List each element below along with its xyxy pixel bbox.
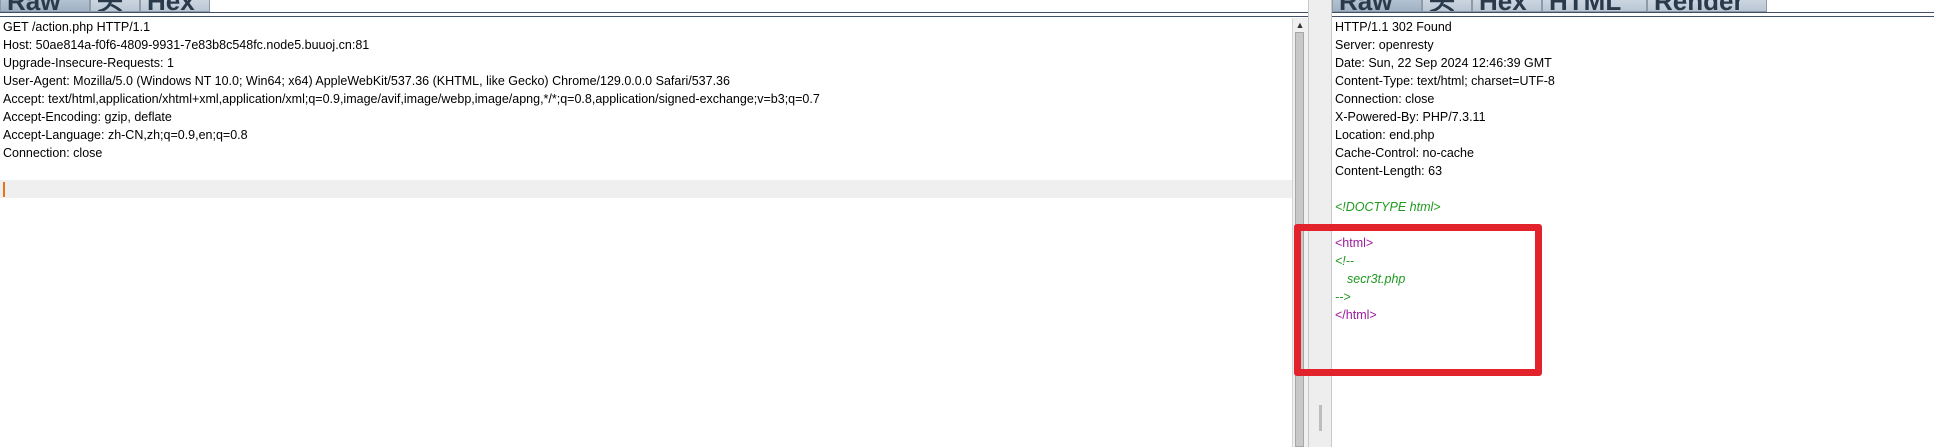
request-editor[interactable]: GET /action.php HTTP/1.1 Host: 50ae814a-… — [0, 18, 1292, 447]
response-tab-rule — [1332, 12, 1934, 17]
response-header-line: Content-Type: text/html; charset=UTF-8 — [1335, 74, 1555, 88]
response-header-line: Cache-Control: no-cache — [1335, 146, 1474, 160]
response-doctype: <!DOCTYPE html> — [1335, 200, 1441, 214]
divider-grip-icon — [1319, 405, 1322, 431]
request-line: User-Agent: Mozilla/5.0 (Windows NT 10.0… — [3, 74, 730, 88]
response-tab-html[interactable]: HTML — [1542, 0, 1647, 12]
current-line-highlight — [0, 180, 1292, 198]
request-line: Host: 50ae814a-f0f6-4809-9931-7e83b8c548… — [3, 38, 370, 52]
request-line: Connection: close — [3, 146, 103, 160]
request-line: Upgrade-Insecure-Requests: 1 — [3, 56, 174, 70]
response-header-line: X-Powered-By: PHP/7.3.11 — [1335, 110, 1486, 124]
response-header-line: Server: openresty — [1335, 38, 1434, 52]
scroll-up-arrow-icon[interactable]: ▲ — [1293, 18, 1307, 32]
request-tab-rule — [0, 12, 1308, 17]
text-caret — [3, 182, 5, 197]
response-tab-raw[interactable]: Raw — [1332, 0, 1422, 12]
response-header-line: HTTP/1.1 302 Found — [1335, 20, 1452, 34]
request-line: GET /action.php HTTP/1.1 — [3, 20, 151, 34]
response-header-line: Connection: close — [1335, 92, 1435, 106]
request-line: Accept-Encoding: gzip, deflate — [3, 110, 172, 124]
request-tab-headers[interactable]: 头 — [90, 0, 140, 12]
request-line: Accept-Language: zh-CN,zh;q=0.9,en;q=0.8 — [3, 128, 248, 142]
response-header-line: Date: Sun, 22 Sep 2024 12:46:39 GMT — [1335, 56, 1552, 70]
request-tab-raw[interactable]: Raw — [0, 0, 90, 12]
request-tab-hex[interactable]: Hex — [140, 0, 210, 12]
response-tab-hex[interactable]: Hex — [1472, 0, 1542, 12]
response-tab-headers[interactable]: 头 — [1422, 0, 1472, 12]
annotation-highlight-box — [1294, 224, 1542, 376]
response-tab-render[interactable]: Render — [1647, 0, 1767, 12]
request-line: Accept: text/html,application/xhtml+xml,… — [3, 92, 820, 106]
response-header-line: Content-Length: 63 — [1335, 164, 1443, 178]
response-header-line: Location: end.php — [1335, 128, 1435, 142]
